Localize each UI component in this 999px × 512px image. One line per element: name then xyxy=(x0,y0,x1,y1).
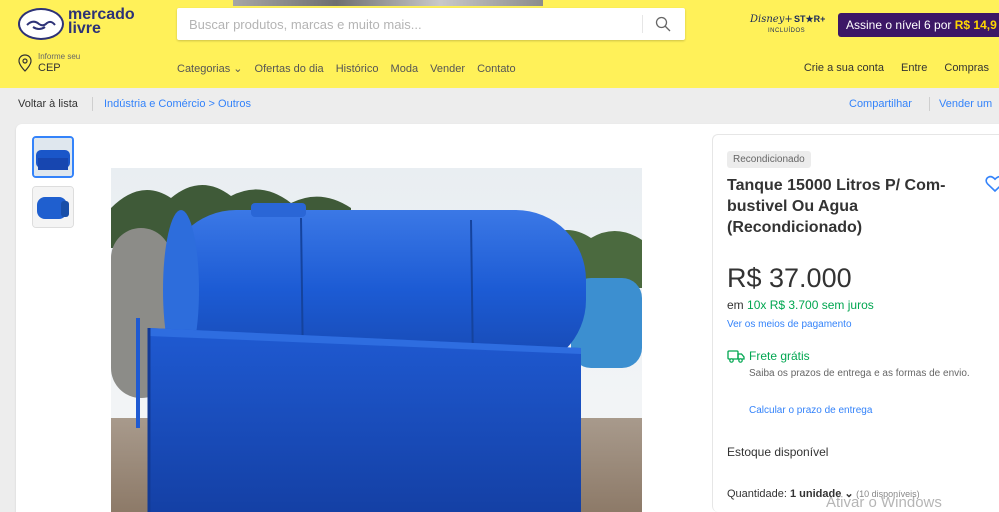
stock-status: Estoque disponível xyxy=(727,445,829,459)
search-icon[interactable] xyxy=(655,16,671,32)
free-shipping-label: Frete grátis xyxy=(749,349,810,363)
cep-selector[interactable]: Informe seu CEP xyxy=(18,52,158,78)
promo-banner-strip[interactable] xyxy=(233,0,543,6)
product-thumbnail-2[interactable] xyxy=(32,186,74,228)
mercado-livre-logo[interactable]: mercado livre xyxy=(18,7,168,40)
nav-contact[interactable]: Contato xyxy=(477,63,516,75)
installment-value: 10x R$ 3.700 sem juros xyxy=(747,298,874,312)
installment-prefix: em xyxy=(727,298,748,312)
buy-box: Recondicionado Tanque 15000 Litros P/ Co… xyxy=(712,134,999,512)
nav-categories[interactable]: Categorias ⌄ xyxy=(177,63,242,75)
condition-badge: Recondicionado xyxy=(727,151,811,168)
star-brand: ST★R+ xyxy=(794,14,826,24)
create-account-link[interactable]: Crie a sua conta xyxy=(804,62,884,74)
search-divider xyxy=(642,15,643,33)
breadcrumb: Voltar à lista Indústria e Comércio > Ou… xyxy=(0,88,999,124)
product-title: Tanque 15000 Litros P/ Com-bustivel Ou A… xyxy=(727,177,946,236)
product-price: R$ 37.000 xyxy=(727,263,852,293)
subscribe-price: R$ 14,9 xyxy=(954,18,997,32)
calculate-delivery-link[interactable]: Calcular o prazo de entrega xyxy=(749,405,872,416)
disney-star-promo[interactable]: Disney+ ST★R+ INCLUÍDOS xyxy=(750,10,830,40)
category-path-link[interactable]: Indústria e Comércio > Outros xyxy=(104,98,251,110)
share-divider xyxy=(929,97,930,111)
product-thumbnail-1[interactable] xyxy=(32,136,74,178)
handshake-icon xyxy=(18,8,64,40)
nav-daily-offers[interactable]: Ofertas do dia xyxy=(255,63,324,75)
search-input[interactable]: Buscar produtos, marcas e muito mais... xyxy=(177,8,685,40)
nav-history[interactable]: Histórico xyxy=(336,63,379,75)
installments: em 10x R$ 3.700 sem juros xyxy=(727,298,874,312)
favorite-heart-icon[interactable] xyxy=(985,175,999,193)
payment-methods-link[interactable]: Ver os meios de pagamento xyxy=(727,319,852,330)
back-to-list-link[interactable]: Voltar à lista xyxy=(18,98,78,110)
quantity-label: Quantidade: xyxy=(727,488,790,500)
subscribe-button[interactable]: Assine o nível 6 por R$ 14,9 xyxy=(838,13,999,37)
header-bar: mercado livre Buscar produtos, marcas e … xyxy=(0,0,999,88)
logo-text-line2: livre xyxy=(68,20,101,37)
sell-one-link[interactable]: Vender um xyxy=(939,98,992,110)
breadcrumb-divider xyxy=(92,97,93,111)
location-pin-icon xyxy=(18,54,32,72)
main-nav: Categorias ⌄ Ofertas do dia Histórico Mo… xyxy=(177,62,525,78)
search-placeholder: Buscar produtos, marcas e muito mais... xyxy=(189,17,422,32)
login-link[interactable]: Entre xyxy=(901,62,927,74)
cep-value: CEP xyxy=(38,62,61,74)
purchases-link[interactable]: Compras xyxy=(944,62,989,74)
nav-fashion[interactable]: Moda xyxy=(391,63,419,75)
product-main-image[interactable] xyxy=(111,168,642,512)
truck-icon xyxy=(727,350,745,363)
windows-activation-watermark: Ativar o Windows xyxy=(826,494,942,511)
share-link[interactable]: Compartilhar xyxy=(849,98,912,110)
nav-sell[interactable]: Vender xyxy=(430,63,465,75)
subscribe-text: Assine o nível 6 por xyxy=(846,18,955,32)
product-card: Recondicionado Tanque 15000 Litros P/ Co… xyxy=(16,124,999,512)
account-nav: Crie a sua conta Entre Compras xyxy=(790,62,989,74)
shipping-description: Saiba os prazos de entrega e as formas d… xyxy=(749,368,970,379)
disney-included: INCLUÍDOS xyxy=(768,28,806,34)
cep-label: Informe seu xyxy=(38,52,81,61)
disney-brand: Disney+ xyxy=(750,14,793,25)
